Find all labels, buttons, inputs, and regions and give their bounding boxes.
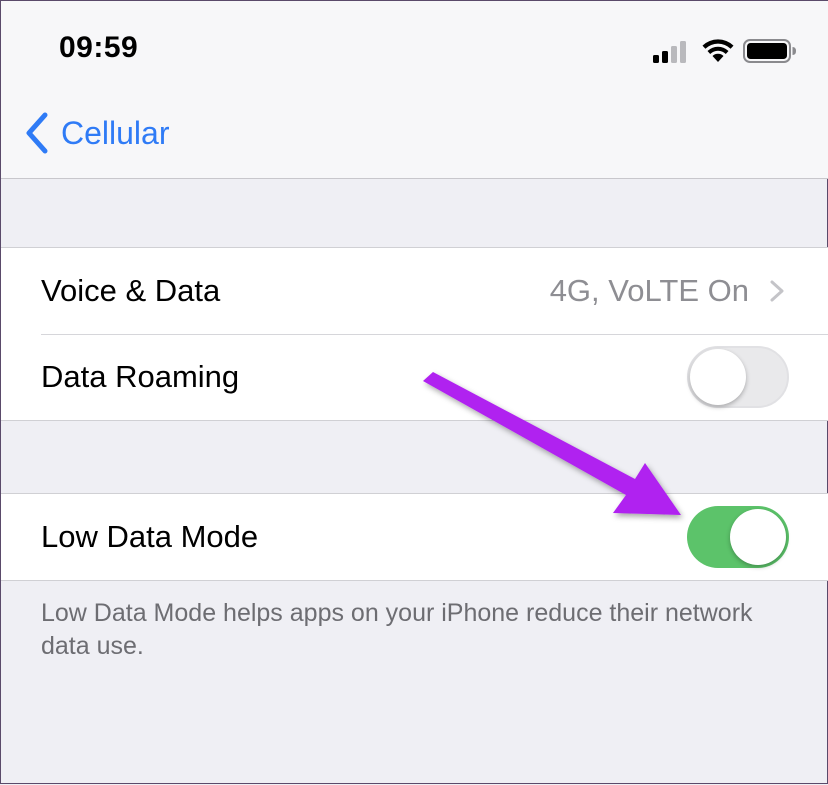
chevron-left-icon xyxy=(26,112,48,154)
row-label: Low Data Mode xyxy=(41,519,259,554)
row-voice-data[interactable]: Voice & Data 4G, VoLTE On xyxy=(1,248,828,334)
status-time: 09:59 xyxy=(59,31,139,64)
row-label: Voice & Data xyxy=(41,273,221,308)
toggle-knob xyxy=(730,509,786,565)
toggle-knob xyxy=(690,349,746,405)
data-roaming-toggle[interactable] xyxy=(687,346,789,408)
battery-icon xyxy=(743,39,796,63)
chevron-right-icon xyxy=(770,280,784,302)
navigation-bar: Cellular xyxy=(1,101,828,179)
settings-group-cellular: Voice & Data 4G, VoLTE On Data Roaming xyxy=(1,247,828,421)
wifi-icon xyxy=(702,39,734,62)
settings-group-low-data: Low Data Mode xyxy=(1,493,828,581)
status-bar: 09:59 xyxy=(1,1,828,101)
row-data-roaming: Data Roaming xyxy=(1,334,828,420)
cellular-signal-icon xyxy=(653,41,686,63)
back-button-label: Cellular xyxy=(61,114,170,151)
row-low-data-mode: Low Data Mode xyxy=(1,494,828,580)
low-data-mode-toggle[interactable] xyxy=(687,506,789,568)
low-data-mode-footer: Low Data Mode helps apps on your iPhone … xyxy=(41,599,753,660)
row-value: 4G, VoLTE On xyxy=(549,273,749,308)
row-label: Data Roaming xyxy=(41,359,240,394)
back-button[interactable]: Cellular xyxy=(23,111,169,155)
